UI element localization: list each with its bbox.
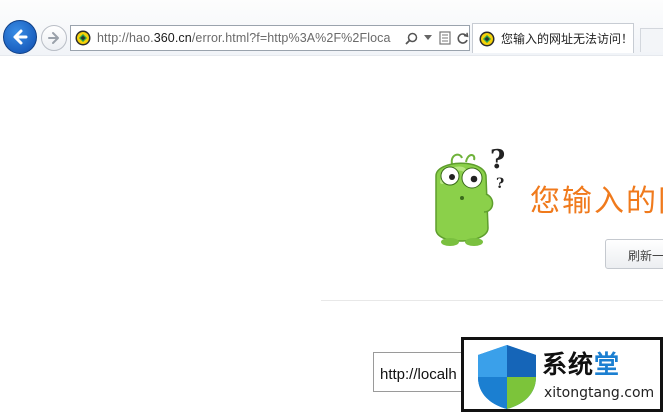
forward-button[interactable] (41, 25, 67, 51)
address-url-rest: /error.html?f=http%3A%2F%2Floca (191, 31, 391, 45)
shield-logo-icon (478, 345, 536, 409)
browser-toolbar: http://hao.360.cn/error.html?f=http%3A%2… (0, 0, 663, 56)
watermark-title-prefix: 系统 (542, 350, 595, 379)
refresh-page-button[interactable]: 刷新一 (605, 239, 663, 269)
tab-favicon-icon (479, 31, 495, 46)
search-icon[interactable] (404, 31, 418, 45)
tab-active[interactable]: 您输入的网址无法访问！ × (472, 23, 649, 53)
svg-text:?: ? (490, 146, 505, 175)
address-bar-actions (404, 31, 469, 45)
address-url[interactable]: http://hao.360.cn/error.html?f=http%3A%2… (97, 31, 402, 45)
watermark-domain: xitongtang.com (544, 385, 655, 401)
tab-title: 您输入的网址无法访问！ (501, 32, 634, 46)
address-url-prefix: http://hao. (97, 31, 154, 45)
watermark-title: 系统堂 (542, 345, 620, 381)
confused-mascot-icon: ? ? (435, 146, 505, 246)
content-divider (321, 300, 663, 301)
svg-text:?: ? (496, 176, 504, 192)
watermark-badge: 系统堂 xitongtang.com (461, 337, 663, 412)
watermark-title-accent: 堂 (594, 350, 621, 379)
arrow-right-icon (48, 32, 59, 44)
arrow-left-icon (13, 29, 28, 45)
site-favicon-icon (75, 30, 91, 46)
dropdown-arrow-icon[interactable] (421, 31, 435, 45)
compatibility-view-icon[interactable] (438, 31, 452, 45)
new-tab-button[interactable] (640, 28, 663, 52)
back-button[interactable] (3, 20, 37, 54)
refresh-icon[interactable] (455, 31, 469, 45)
address-bar[interactable]: http://hao.360.cn/error.html?f=http%3A%2… (70, 25, 470, 51)
error-title: 您输入的网 (530, 184, 663, 219)
address-url-domain: 360.cn (153, 31, 192, 45)
